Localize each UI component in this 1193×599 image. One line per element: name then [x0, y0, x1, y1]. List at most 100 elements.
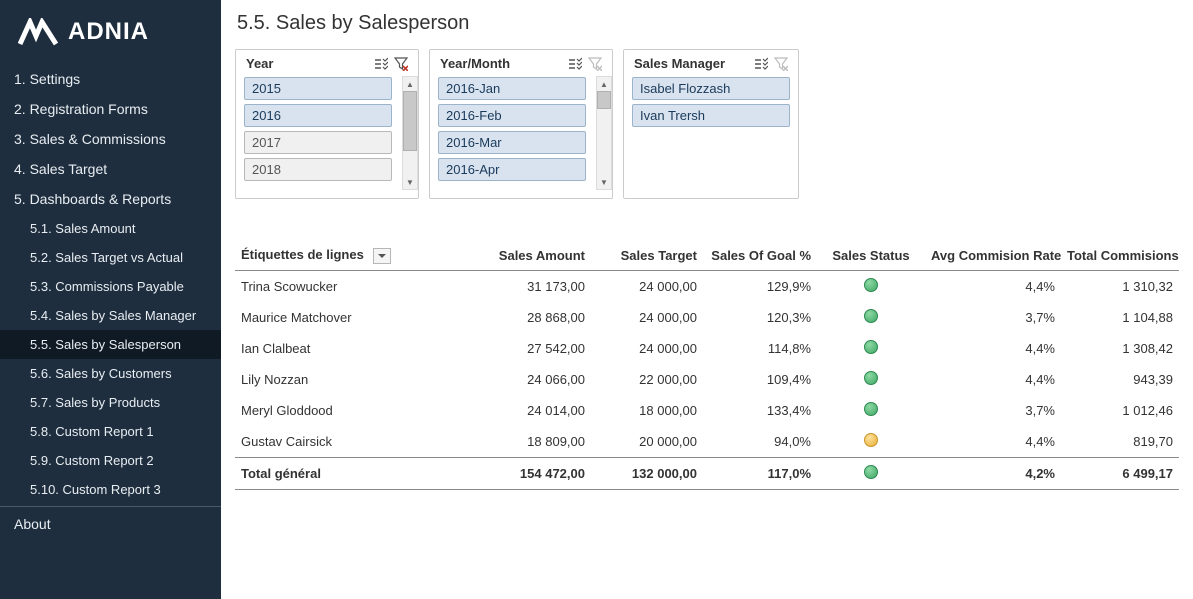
status-dot-icon [864, 433, 878, 447]
slicer-option[interactable]: 2018 [244, 158, 392, 181]
nav-subitem[interactable]: 5.8. Custom Report 1 [0, 417, 221, 446]
slicer-option[interactable]: 2015 [244, 77, 392, 100]
cell-target: 20 000,00 [591, 426, 703, 458]
col-row-labels-text: Étiquettes de lignes [241, 247, 364, 262]
cell-name: Lily Nozzan [235, 364, 455, 395]
cell-name: Total général [235, 457, 455, 489]
table-row[interactable]: Maurice Matchover28 868,0024 000,00120,3… [235, 302, 1179, 333]
cell-rate: 4,2% [925, 457, 1061, 489]
slicer-option[interactable]: 2016 [244, 104, 392, 127]
table-row[interactable]: Meryl Gloddood24 014,0018 000,00133,4% 3,… [235, 395, 1179, 426]
cell-status [817, 426, 925, 458]
cell-target: 24 000,00 [591, 270, 703, 302]
logo-icon [18, 18, 58, 46]
scroll-up-icon[interactable]: ▲ [597, 77, 611, 91]
cell-name: Meryl Gloddood [235, 395, 455, 426]
slicer-year-month: Year/Month 2016-Jan2016-Feb2016-Mar2016-… [429, 49, 613, 199]
nav-item[interactable]: 2. Registration Forms [0, 94, 221, 124]
nav-item[interactable]: 1. Settings [0, 64, 221, 94]
col-sales-target[interactable]: Sales Target [591, 241, 703, 270]
cell-rate: 4,4% [925, 364, 1061, 395]
col-comm-rate[interactable]: Avg Commision Rate [925, 241, 1061, 270]
table-row[interactable]: Gustav Cairsick18 809,0020 000,0094,0%4,… [235, 426, 1179, 458]
cell-status [817, 270, 925, 302]
scroll-down-icon[interactable]: ▼ [403, 175, 417, 189]
table-row[interactable]: Trina Scowucker31 173,0024 000,00129,9%4… [235, 270, 1179, 302]
nav-subitem[interactable]: 5.2. Sales Target vs Actual [0, 243, 221, 272]
multiselect-icon[interactable] [754, 57, 768, 71]
col-status[interactable]: Sales Status [817, 241, 925, 270]
cell-comm: 943,39 [1061, 364, 1179, 395]
clear-filter-icon[interactable] [774, 57, 788, 71]
multiselect-icon[interactable] [374, 57, 388, 71]
cell-amount: 154 472,00 [455, 457, 591, 489]
multiselect-icon[interactable] [568, 57, 582, 71]
cell-target: 18 000,00 [591, 395, 703, 426]
col-row-labels[interactable]: Étiquettes de lignes [235, 241, 455, 270]
nav-subitem[interactable]: 5.5. Sales by Salesperson [0, 330, 221, 359]
cell-goal: 120,3% [703, 302, 817, 333]
cell-rate: 3,7% [925, 302, 1061, 333]
cell-goal: 133,4% [703, 395, 817, 426]
cell-amount: 24 066,00 [455, 364, 591, 395]
sidebar: ADNIA 1. Settings2. Registration Forms3.… [0, 0, 221, 599]
cell-amount: 18 809,00 [455, 426, 591, 458]
page-title: 5.5. Sales by Salesperson [221, 0, 1193, 49]
cell-amount: 28 868,00 [455, 302, 591, 333]
slicer-option[interactable]: 2017 [244, 131, 392, 154]
slicer-year-title: Year [246, 56, 273, 71]
table-row[interactable]: Lily Nozzan24 066,0022 000,00109,4% 4,4%9… [235, 364, 1179, 395]
slicer-option[interactable]: Ivan Trersh [632, 104, 790, 127]
scroll-up-icon[interactable]: ▲ [403, 77, 417, 91]
slicer-option[interactable]: 2016-Jan [438, 77, 586, 100]
nav-subitem[interactable]: 5.6. Sales by Customers [0, 359, 221, 388]
nav-about[interactable]: About [0, 509, 221, 539]
clear-filter-icon[interactable] [394, 57, 408, 71]
scroll-down-icon[interactable]: ▼ [597, 175, 611, 189]
cell-amount: 24 014,00 [455, 395, 591, 426]
cell-status [817, 364, 925, 395]
nav-subitem[interactable]: 5.7. Sales by Products [0, 388, 221, 417]
cell-amount: 27 542,00 [455, 333, 591, 364]
cell-comm: 1 310,32 [1061, 270, 1179, 302]
filter-dropdown-icon[interactable] [373, 248, 391, 264]
status-dot-icon [864, 340, 878, 354]
brand-name: ADNIA [68, 18, 149, 46]
status-dot-icon [864, 309, 878, 323]
nav-subitem[interactable]: 5.9. Custom Report 2 [0, 446, 221, 475]
col-total-comm[interactable]: Total Commisions [1061, 241, 1179, 270]
cell-rate: 3,7% [925, 395, 1061, 426]
pivot-table: Étiquettes de lignes Sales Amount Sales … [221, 241, 1193, 490]
cell-goal: 94,0% [703, 426, 817, 458]
slicer-year-scrollbar[interactable]: ▲ ▼ [402, 76, 418, 190]
nav-subitem[interactable]: 5.3. Commissions Payable [0, 272, 221, 301]
nav-item[interactable]: 3. Sales & Commissions [0, 124, 221, 154]
cell-name: Ian Clalbeat [235, 333, 455, 364]
table-row[interactable]: Ian Clalbeat27 542,0024 000,00114,8%4,4%… [235, 333, 1179, 364]
cell-goal: 109,4% [703, 364, 817, 395]
col-sales-amount[interactable]: Sales Amount [455, 241, 591, 270]
cell-target: 22 000,00 [591, 364, 703, 395]
cell-name: Gustav Cairsick [235, 426, 455, 458]
nav-item[interactable]: 4. Sales Target [0, 154, 221, 184]
slicer-option[interactable]: 2016-Apr [438, 158, 586, 181]
cell-comm: 1 308,42 [1061, 333, 1179, 364]
clear-filter-icon[interactable] [588, 57, 602, 71]
nav-subitem[interactable]: 5.4. Sales by Sales Manager [0, 301, 221, 330]
slicer-row: Year 2015201620172018 ▲ ▼ Year/Month [221, 49, 1193, 209]
nav-divider [0, 506, 221, 507]
slicer-ym-scrollbar[interactable]: ▲ ▼ [596, 76, 612, 190]
nav-subitem[interactable]: 5.10. Custom Report 3 [0, 475, 221, 504]
nav-item[interactable]: 5. Dashboards & Reports [0, 184, 221, 214]
slicer-option[interactable]: Isabel Flozzash [632, 77, 790, 100]
status-dot-icon [864, 371, 878, 385]
cell-goal: 129,9% [703, 270, 817, 302]
slicer-option[interactable]: 2016-Mar [438, 131, 586, 154]
nav-subitem[interactable]: 5.1. Sales Amount [0, 214, 221, 243]
status-dot-icon [864, 465, 878, 479]
cell-name: Trina Scowucker [235, 270, 455, 302]
slicer-option[interactable]: 2016-Feb [438, 104, 586, 127]
cell-comm: 819,70 [1061, 426, 1179, 458]
col-goal-pct[interactable]: Sales Of Goal % [703, 241, 817, 270]
cell-target: 24 000,00 [591, 333, 703, 364]
